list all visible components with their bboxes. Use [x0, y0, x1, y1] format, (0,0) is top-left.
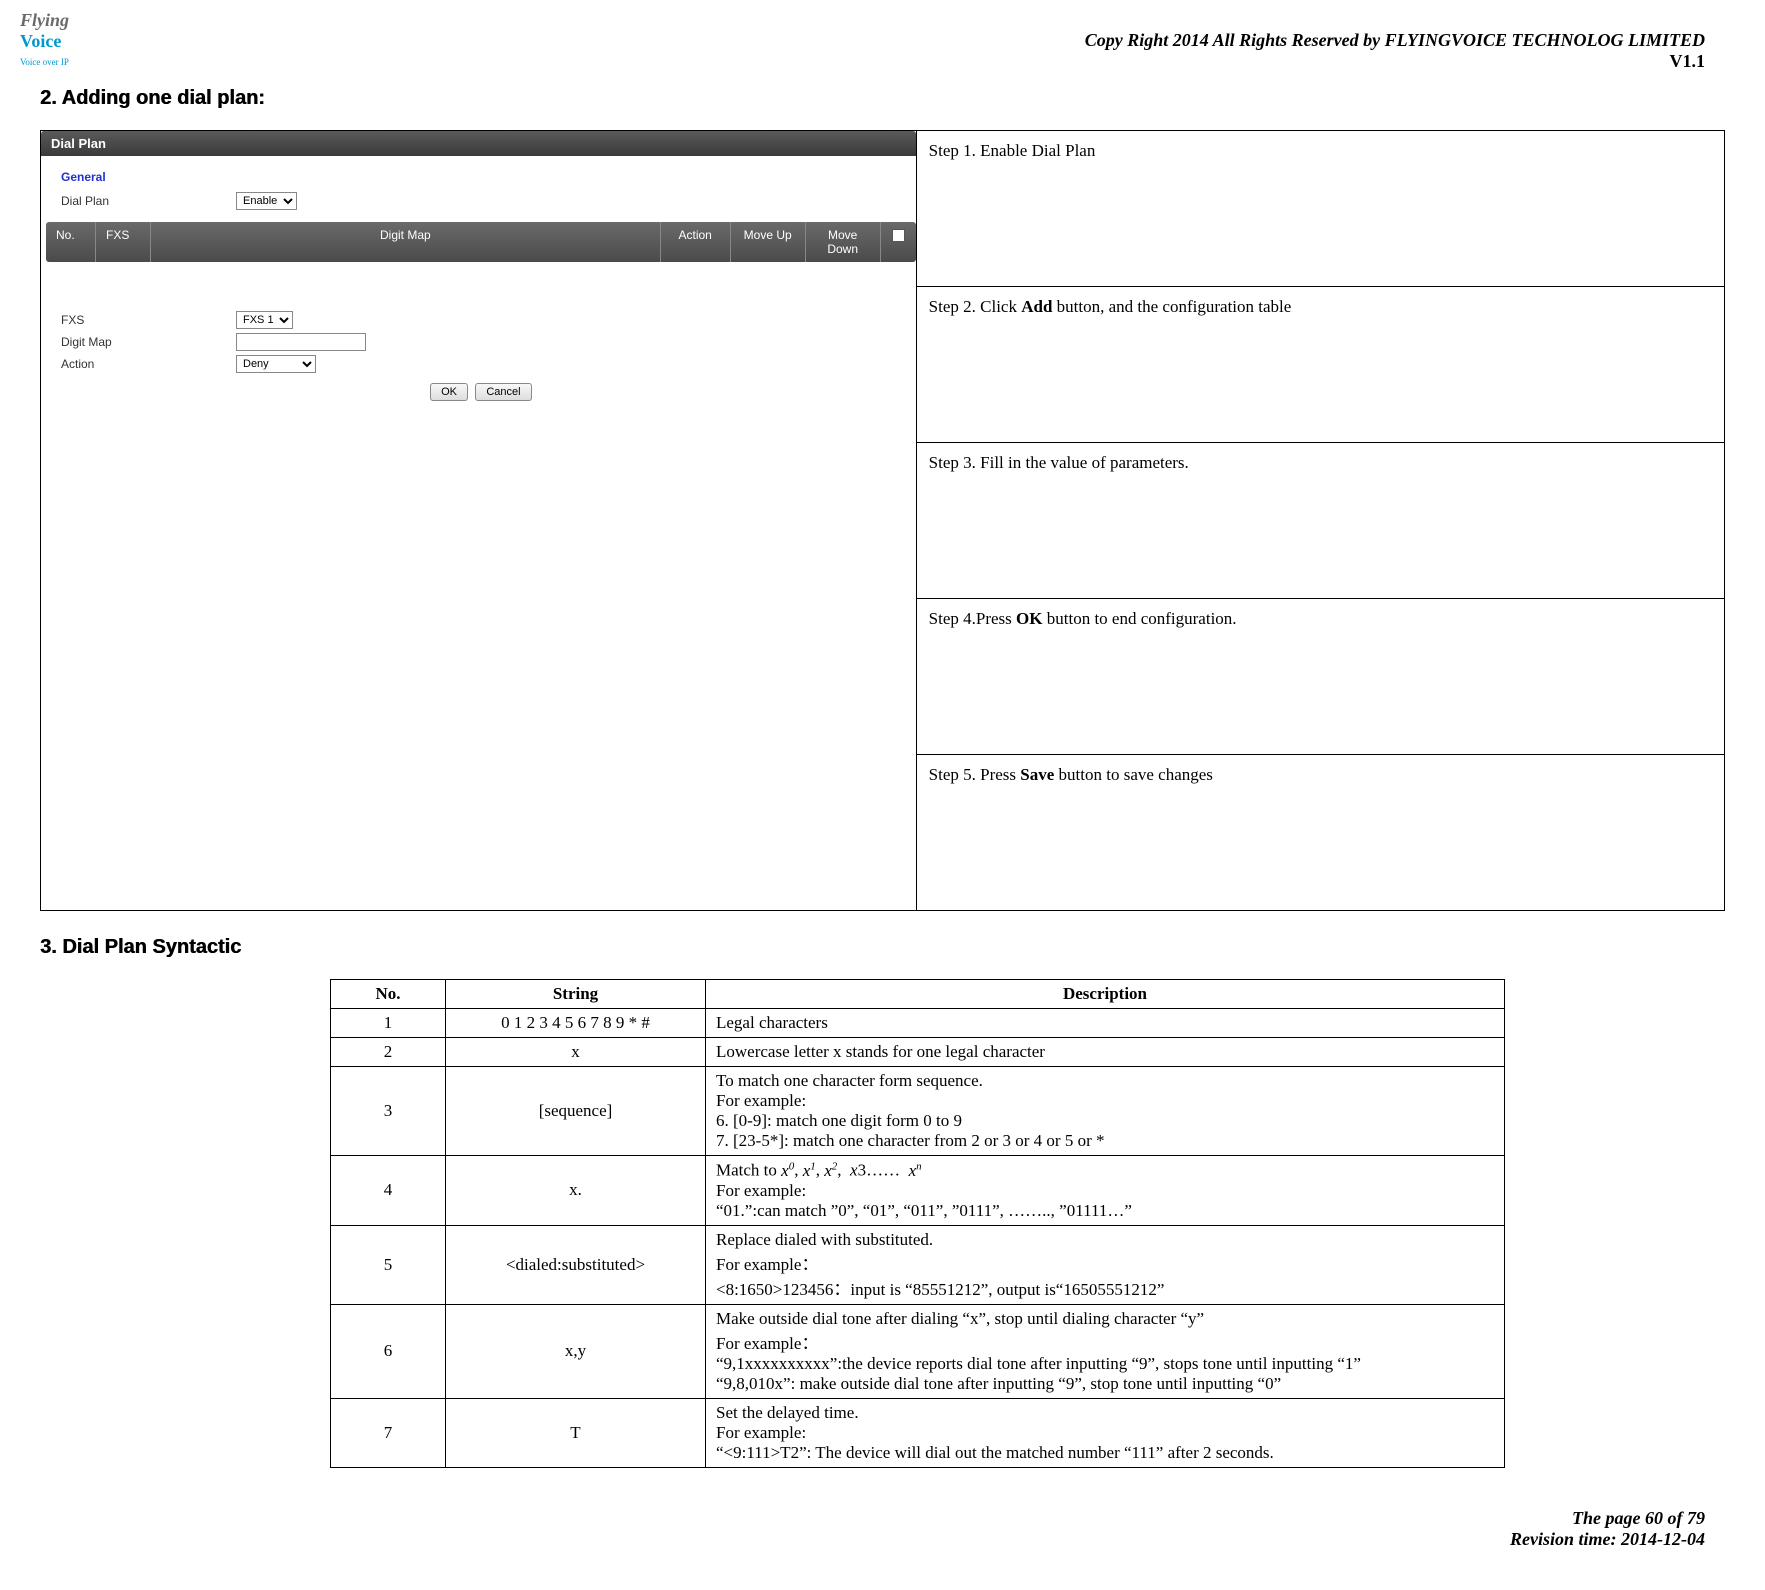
cell-string: T — [446, 1398, 706, 1467]
step-5: Step 5. Press Save button to save change… — [917, 755, 1724, 910]
cell-string: <dialed:substituted> — [446, 1225, 706, 1304]
ok-button[interactable]: OK — [430, 383, 468, 401]
cell-desc: To match one character form sequence. Fo… — [706, 1067, 1505, 1156]
table-row: 5 <dialed:substituted> Replace dialed wi… — [331, 1225, 1505, 1304]
table-row: 1 0 1 2 3 4 5 6 7 8 9 * # Legal characte… — [331, 1009, 1505, 1038]
col-checkbox[interactable] — [881, 222, 916, 262]
step-4: Step 4.Press OK button to end configurat… — [917, 599, 1724, 754]
version-text: V1.1 — [40, 51, 1705, 72]
general-label: General — [61, 166, 916, 188]
logo-text-1: Flying — [20, 10, 69, 30]
logo-subtitle: Voice over IP — [20, 57, 69, 67]
footer: The page 60 of 79 Revision time: 2014-12… — [40, 1508, 1705, 1550]
cell-string: x. — [446, 1156, 706, 1226]
fxs-select[interactable]: FXS 1 — [236, 311, 293, 329]
dial-plan-screenshot: Dial Plan General Dial Plan Enable No. F… — [41, 131, 916, 401]
fxs-label: FXS — [61, 313, 236, 327]
screenshot-cell: Dial Plan General Dial Plan Enable No. F… — [41, 131, 917, 911]
action-label: Action — [61, 357, 236, 371]
copyright-text: Copy Right 2014 All Rights Reserved by F… — [40, 30, 1705, 51]
section-3-heading: 3. Dial Plan Syntactic — [40, 936, 1725, 959]
step-1: Step 1. Enable Dial Plan — [917, 131, 1724, 286]
header: Copy Right 2014 All Rights Reserved by F… — [40, 30, 1705, 72]
cancel-button[interactable]: Cancel — [475, 383, 531, 401]
digitmap-label: Digit Map — [61, 335, 236, 349]
cell-string: 0 1 2 3 4 5 6 7 8 9 * # — [446, 1009, 706, 1038]
table-row: 4 x. Match to x0, x1, x2, x3…… xn For ex… — [331, 1156, 1505, 1226]
x-power-1: x1 — [803, 1161, 816, 1180]
action-select[interactable]: Deny — [236, 355, 316, 373]
step-1-cell: Step 1. Enable Dial Plan — [916, 131, 1724, 287]
cell-no: 4 — [331, 1156, 446, 1226]
step-2: Step 2. Click Add button, and the config… — [917, 287, 1724, 442]
dialplan-label: Dial Plan — [61, 194, 236, 208]
cell-no: 7 — [331, 1398, 446, 1467]
cell-string: x — [446, 1038, 706, 1067]
cell-no: 6 — [331, 1304, 446, 1398]
cell-no: 3 — [331, 1067, 446, 1156]
cell-string: [sequence] — [446, 1067, 706, 1156]
table-row: 2 x Lowercase letter x stands for one le… — [331, 1038, 1505, 1067]
th-no: No. — [331, 980, 446, 1009]
col-digit: Digit Map — [151, 222, 661, 262]
th-desc: Description — [706, 980, 1505, 1009]
col-no: No. — [46, 222, 96, 262]
section-2-heading: 2. Adding one dial plan: — [40, 87, 1725, 110]
cell-desc: Lowercase letter x stands for one legal … — [706, 1038, 1505, 1067]
dial-plan-layout-table: Dial Plan General Dial Plan Enable No. F… — [40, 130, 1725, 911]
syntax-table: No. String Description 1 0 1 2 3 4 5 6 7… — [330, 979, 1505, 1468]
cell-desc: Match to x0, x1, x2, x3…… xn For example… — [706, 1156, 1505, 1226]
cell-no: 1 — [331, 1009, 446, 1038]
x-power-2: x2 — [824, 1161, 837, 1180]
window-title: Dial Plan — [41, 131, 916, 156]
cell-desc: Set the delayed time. For example: “<9:1… — [706, 1398, 1505, 1467]
logo: Flying Voice Voice over IP — [20, 10, 120, 65]
cell-desc: Replace dialed with substituted. For exa… — [706, 1225, 1505, 1304]
cell-desc: Legal characters — [706, 1009, 1505, 1038]
revision-time: Revision time: 2014-12-04 — [40, 1529, 1705, 1550]
logo-text-2: Voice — [20, 31, 61, 51]
table-row: 6 x,y Make outside dial tone after diali… — [331, 1304, 1505, 1398]
table-row: 3 [sequence] To match one character form… — [331, 1067, 1505, 1156]
cell-desc: Make outside dial tone after dialing “x”… — [706, 1304, 1505, 1398]
cell-no: 2 — [331, 1038, 446, 1067]
table-row: 7 T Set the delayed time. For example: “… — [331, 1398, 1505, 1467]
digitmap-input[interactable] — [236, 333, 366, 351]
cell-no: 5 — [331, 1225, 446, 1304]
cell-string: x,y — [446, 1304, 706, 1398]
x-power-3: x — [850, 1161, 858, 1180]
col-action: Action — [661, 222, 731, 262]
x-power-0: x0 — [781, 1161, 794, 1180]
dialplan-select[interactable]: Enable — [236, 192, 297, 210]
checkbox-icon[interactable] — [892, 229, 905, 242]
page-number: The page 60 of 79 — [40, 1508, 1705, 1529]
x-power-n: xn — [909, 1161, 922, 1180]
th-string: String — [446, 980, 706, 1009]
col-moveup[interactable]: Move Up — [731, 222, 806, 262]
col-movedown[interactable]: Move Down — [806, 222, 881, 262]
step-3: Step 3. Fill in the value of parameters. — [917, 443, 1724, 598]
col-fxs: FXS — [96, 222, 151, 262]
grid-header: No. FXS Digit Map Action Move Up Move Do… — [46, 222, 916, 262]
